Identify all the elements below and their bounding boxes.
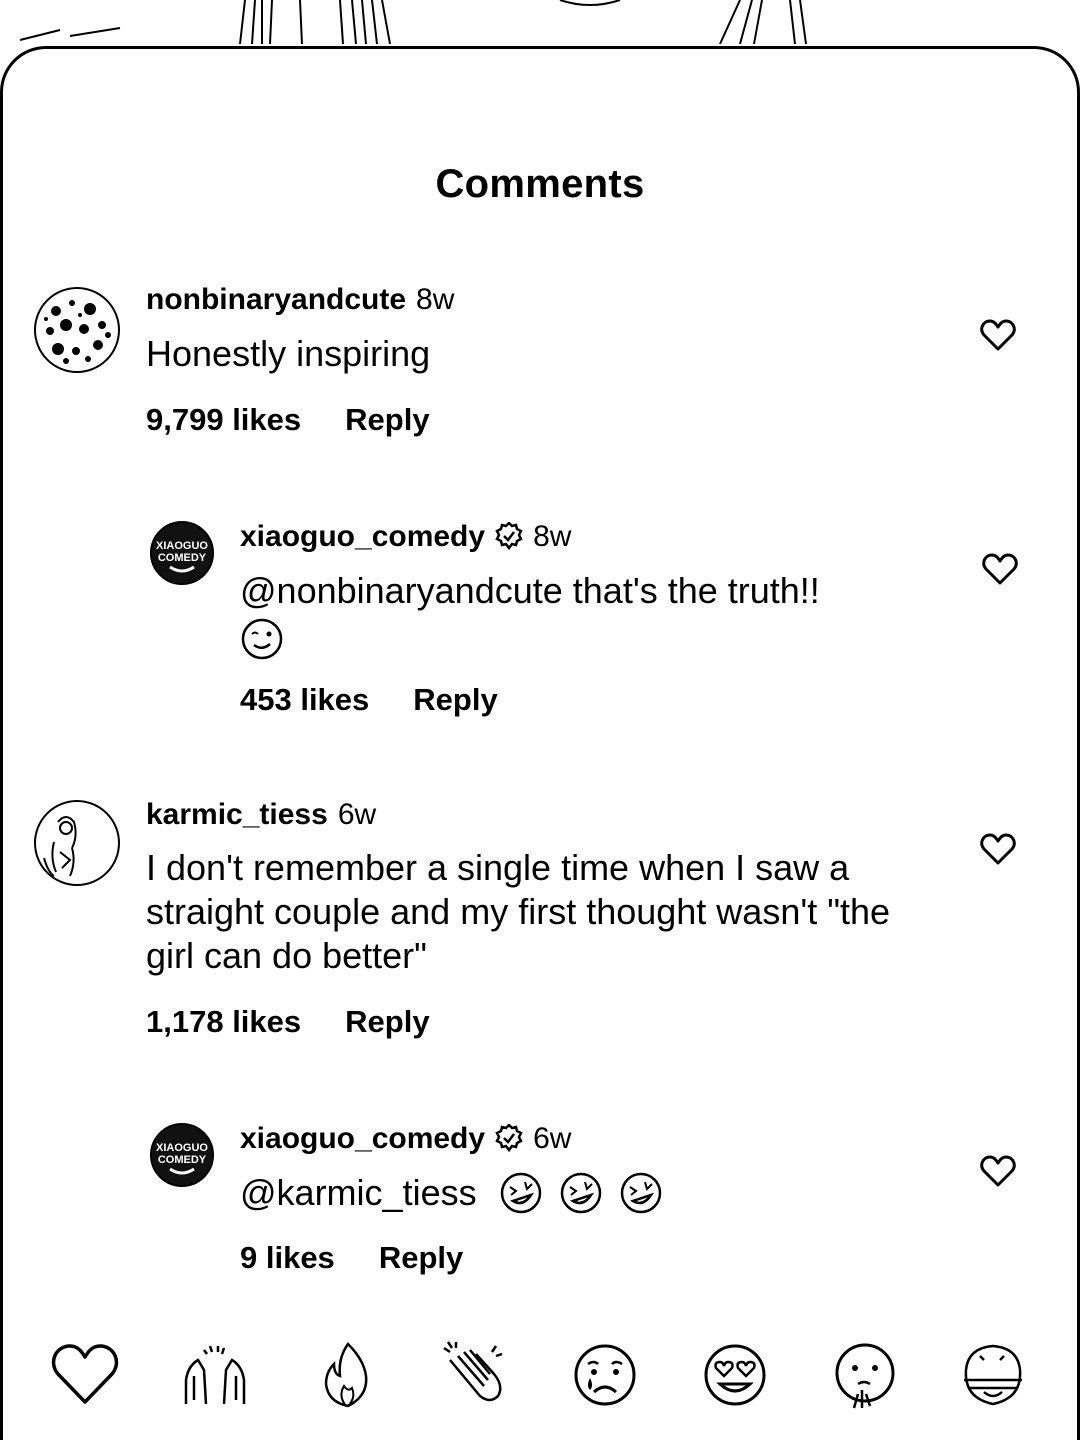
quick-reaction-bar xyxy=(0,1340,1080,1410)
rolling-laughing-face-icon xyxy=(620,1172,661,1214)
comment-meta: 9,799 likes Reply xyxy=(146,402,430,438)
comment-username[interactable]: nonbinaryandcute xyxy=(146,283,406,316)
shushing-face-icon[interactable] xyxy=(830,1340,900,1410)
rolling-laughing-face-icon xyxy=(560,1172,601,1214)
like-count[interactable]: 453 likes xyxy=(240,682,369,717)
avatar-logo-text: COMEDY xyxy=(158,552,207,564)
comment-time: 6w xyxy=(337,798,377,831)
like-count[interactable]: 9,799 likes xyxy=(146,402,301,437)
clapping-hands-icon[interactable] xyxy=(440,1340,510,1410)
heart-eyes-face-icon[interactable] xyxy=(700,1340,770,1410)
like-count[interactable]: 9 likes xyxy=(240,1240,335,1275)
avatar-logo-text: COMEDY xyxy=(158,1154,207,1166)
comment-text: @karmic_tiess xyxy=(240,1172,477,1213)
comment-meta: 1,178 likes Reply xyxy=(146,1004,430,1040)
sheet-title: Comments xyxy=(435,162,645,206)
reply-button[interactable]: Reply xyxy=(345,402,429,437)
avatar-logo-text: XIAOGUO xyxy=(156,540,208,552)
screaming-face-icon[interactable] xyxy=(958,1340,1028,1410)
comment-time: 8w xyxy=(533,520,572,553)
crying-face-icon[interactable] xyxy=(570,1340,640,1410)
reply-button[interactable]: Reply xyxy=(413,682,497,717)
avatar-logo-text: XIAOGUO xyxy=(156,1142,208,1154)
avatar[interactable]: XIAOGUO COMEDY xyxy=(150,521,214,585)
reply-button[interactable]: Reply xyxy=(345,1004,429,1039)
comments-sheet xyxy=(0,46,1080,1440)
comment-header: nonbinaryandcute 8w xyxy=(146,283,454,317)
like-heart-icon[interactable] xyxy=(980,833,1016,865)
fire-icon[interactable] xyxy=(312,1340,382,1410)
like-heart-icon[interactable] xyxy=(980,319,1016,351)
comment-text-block: @karmic_tiess xyxy=(240,1171,940,1215)
comment-username[interactable]: xiaoguo_comedy xyxy=(240,1122,485,1155)
comment-header: xiaoguo_comedy 8w xyxy=(240,520,571,554)
rolling-laughing-face-icon xyxy=(500,1172,541,1214)
avatar[interactable] xyxy=(34,800,120,886)
like-count[interactable]: 1,178 likes xyxy=(146,1004,301,1039)
winking-face-icon xyxy=(241,618,283,660)
comment-header: karmic_tiess 6w xyxy=(146,798,376,832)
like-heart-icon[interactable] xyxy=(982,553,1018,585)
comment-header: xiaoguo_comedy 6w xyxy=(240,1122,571,1156)
comment-text: Honestly inspiring xyxy=(146,333,431,374)
reply-button[interactable]: Reply xyxy=(379,1240,463,1275)
comment-username[interactable]: karmic_tiess xyxy=(146,798,328,831)
comment-username[interactable]: xiaoguo_comedy xyxy=(240,520,485,553)
avatar[interactable]: XIAOGUO COMEDY xyxy=(150,1123,214,1187)
like-heart-icon[interactable] xyxy=(980,1155,1016,1187)
raised-hands-icon[interactable] xyxy=(180,1340,250,1410)
comment-meta: 453 likes Reply xyxy=(240,682,498,718)
comment-time: 6w xyxy=(533,1122,572,1155)
avatar[interactable] xyxy=(34,287,120,373)
verified-badge-icon xyxy=(495,1124,523,1152)
verified-badge-icon xyxy=(495,522,523,550)
comment-time: 8w xyxy=(416,283,455,316)
comment-text: I don't remember a single time when I sa… xyxy=(146,847,891,976)
comment-text: @nonbinaryandcute that's the truth!! xyxy=(240,570,820,611)
comment-text-block: @nonbinaryandcute that's the truth!! xyxy=(240,569,940,661)
heart-icon[interactable] xyxy=(50,1340,120,1410)
comment-meta: 9 likes Reply xyxy=(240,1240,463,1276)
